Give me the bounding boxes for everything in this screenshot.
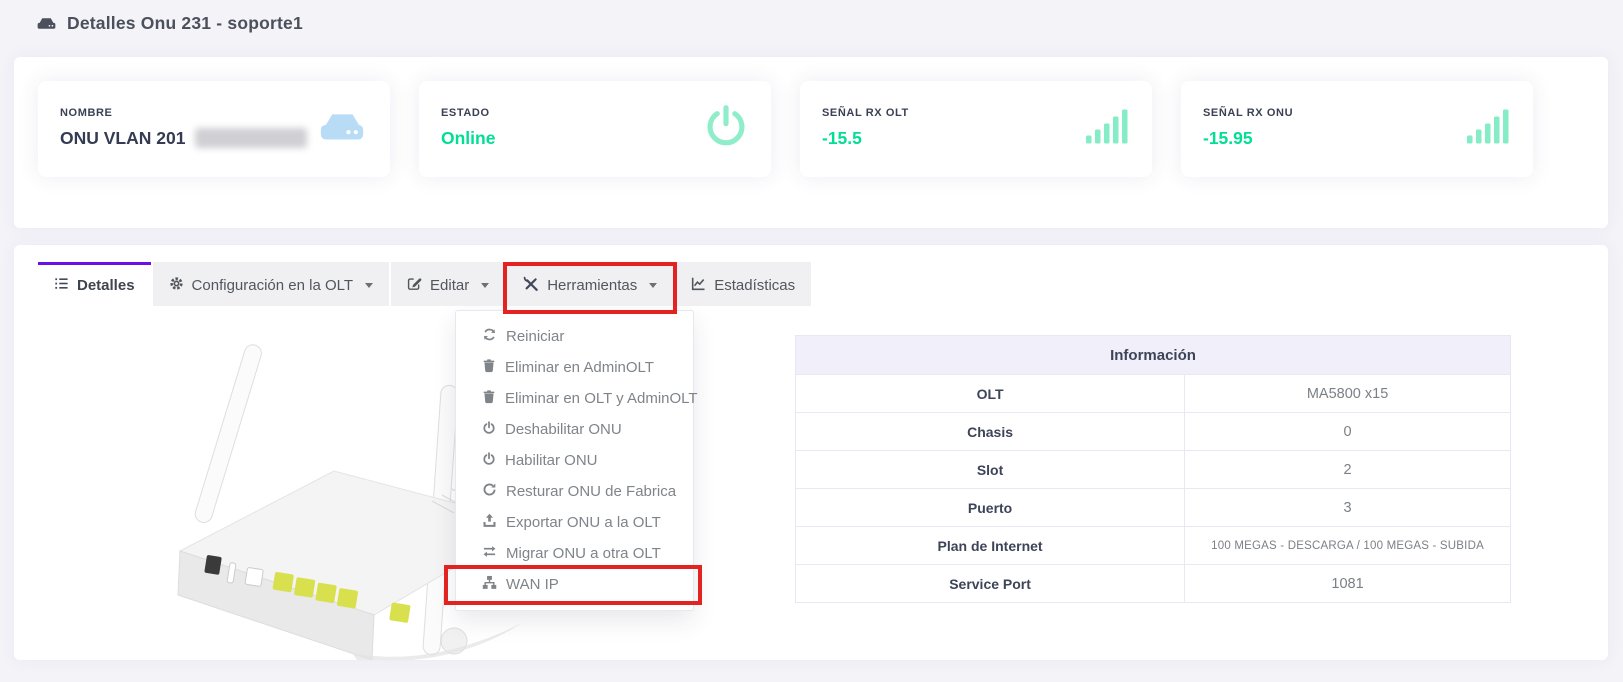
card-value: -15.95 <box>1203 128 1511 149</box>
page-title-text: Detalles Onu 231 - soporte1 <box>67 13 303 34</box>
tab-estadisticas[interactable]: Estadísticas <box>675 262 811 306</box>
row-value: 2 <box>1185 451 1510 488</box>
card-estado: ESTADO Online <box>419 81 771 177</box>
tab-label: Editar <box>430 277 469 294</box>
chevron-down-icon <box>649 283 657 288</box>
power-icon <box>703 104 749 155</box>
redo-icon <box>482 482 497 501</box>
menu-item-wan-ip[interactable]: WAN IP <box>456 569 693 600</box>
refresh-icon <box>482 327 497 346</box>
menu-item-habilitar-onu[interactable]: Habilitar ONU <box>456 445 693 476</box>
exchange-icon <box>482 545 497 562</box>
tab-label: Configuración en la OLT <box>192 277 353 294</box>
row-label: OLT <box>796 375 1185 412</box>
tab-herramientas[interactable]: Herramientas <box>507 262 673 306</box>
menu-item-eliminar-olt-adminolt[interactable]: Eliminar en OLT y AdminOLT <box>456 383 693 414</box>
network-icon <box>482 575 497 594</box>
power-icon <box>482 452 496 470</box>
hdd-icon <box>316 107 368 152</box>
table-row: Plan de Internet 100 MEGAS - DESCARGA / … <box>796 526 1510 564</box>
row-value: 3 <box>1185 489 1510 526</box>
menu-item-label: Migrar ONU a otra OLT <box>506 545 661 562</box>
row-label: Slot <box>796 451 1185 488</box>
stat-cards: NOMBRE ONU VLAN 201 ESTADO Online SEÑAL … <box>38 81 1533 177</box>
herramientas-dropdown: Reiniciar Eliminar en AdminOLT Eliminar … <box>455 310 694 611</box>
menu-item-exportar-onu[interactable]: Exportar ONU a la OLT <box>456 507 693 538</box>
tab-editar[interactable]: Editar <box>391 262 505 306</box>
hdd-icon <box>36 15 57 32</box>
topbar: Detalles Onu 231 - soporte1 <box>0 0 1623 46</box>
menu-item-label: Exportar ONU a la OLT <box>506 514 661 531</box>
menu-item-label: WAN IP <box>506 576 559 593</box>
chevron-down-icon <box>481 283 489 288</box>
tab-label: Estadísticas <box>714 277 795 294</box>
table-row: Slot 2 <box>796 450 1510 488</box>
table-row: Puerto 3 <box>796 488 1510 526</box>
trash-icon <box>482 358 496 377</box>
row-value: 100 MEGAS - DESCARGA / 100 MEGAS - SUBID… <box>1185 527 1510 564</box>
stats-panel: NOMBRE ONU VLAN 201 ESTADO Online SEÑAL … <box>14 57 1608 228</box>
row-value: MA5800 x15 <box>1185 375 1510 412</box>
row-label: Plan de Internet <box>796 527 1185 564</box>
row-value: 0 <box>1185 413 1510 450</box>
info-table-header: Información <box>796 336 1510 374</box>
chevron-down-icon <box>365 283 373 288</box>
menu-item-deshabilitar-onu[interactable]: Deshabilitar ONU <box>456 414 693 445</box>
table-row: Chasis 0 <box>796 412 1510 450</box>
menu-item-label: Habilitar ONU <box>505 452 598 469</box>
row-value: 1081 <box>1185 565 1510 602</box>
info-table: Información OLT MA5800 x15 Chasis 0 Slot… <box>795 335 1511 603</box>
list-icon <box>54 276 69 295</box>
menu-item-label: Resturar ONU de Fabrica <box>506 483 676 500</box>
chart-line-icon <box>691 276 706 295</box>
row-label: Chasis <box>796 413 1185 450</box>
row-label: Service Port <box>796 565 1185 602</box>
page: Detalles Onu 231 - soporte1 NOMBRE ONU V… <box>0 0 1623 682</box>
card-senal-rx-onu: SEÑAL RX ONU -15.95 <box>1181 81 1533 177</box>
tab-label: Detalles <box>77 277 135 294</box>
row-label: Puerto <box>796 489 1185 526</box>
menu-item-label: Eliminar en OLT y AdminOLT <box>505 390 698 407</box>
card-senal-rx-olt: SEÑAL RX OLT -15.5 <box>800 81 1152 177</box>
menu-item-eliminar-adminolt[interactable]: Eliminar en AdminOLT <box>456 352 693 383</box>
tab-configuracion-olt[interactable]: Configuración en la OLT <box>153 262 389 306</box>
card-nombre: NOMBRE ONU VLAN 201 <box>38 81 390 177</box>
signal-bars-icon <box>1086 108 1130 151</box>
table-row: OLT MA5800 x15 <box>796 374 1510 412</box>
power-icon <box>482 421 496 439</box>
edit-icon <box>407 276 422 295</box>
card-value: -15.5 <box>822 128 1130 149</box>
details-panel: Detalles Configuración en la OLT Editar <box>14 245 1608 660</box>
card-label: SEÑAL RX ONU <box>1203 107 1511 119</box>
table-row: Service Port 1081 <box>796 564 1510 602</box>
menu-item-migrar-onu[interactable]: Migrar ONU a otra OLT <box>456 538 693 569</box>
tab-bar: Detalles Configuración en la OLT Editar <box>38 262 813 306</box>
page-title: Detalles Onu 231 - soporte1 <box>36 0 303 46</box>
menu-item-label: Reiniciar <box>506 328 564 345</box>
signal-bars-icon <box>1467 108 1511 151</box>
menu-item-label: Eliminar en AdminOLT <box>505 359 654 376</box>
card-label: SEÑAL RX OLT <box>822 107 1130 119</box>
tab-label: Herramientas <box>547 277 637 294</box>
tools-icon <box>523 276 539 296</box>
menu-item-restaurar-fabrica[interactable]: Resturar ONU de Fabrica <box>456 476 693 507</box>
gear-icon <box>169 276 184 295</box>
tab-detalles[interactable]: Detalles <box>38 262 151 306</box>
trash-icon <box>482 389 496 408</box>
upload-icon <box>482 513 497 532</box>
menu-item-label: Deshabilitar ONU <box>505 421 622 438</box>
menu-item-reiniciar[interactable]: Reiniciar <box>456 321 693 352</box>
redacted-text <box>195 128 307 148</box>
